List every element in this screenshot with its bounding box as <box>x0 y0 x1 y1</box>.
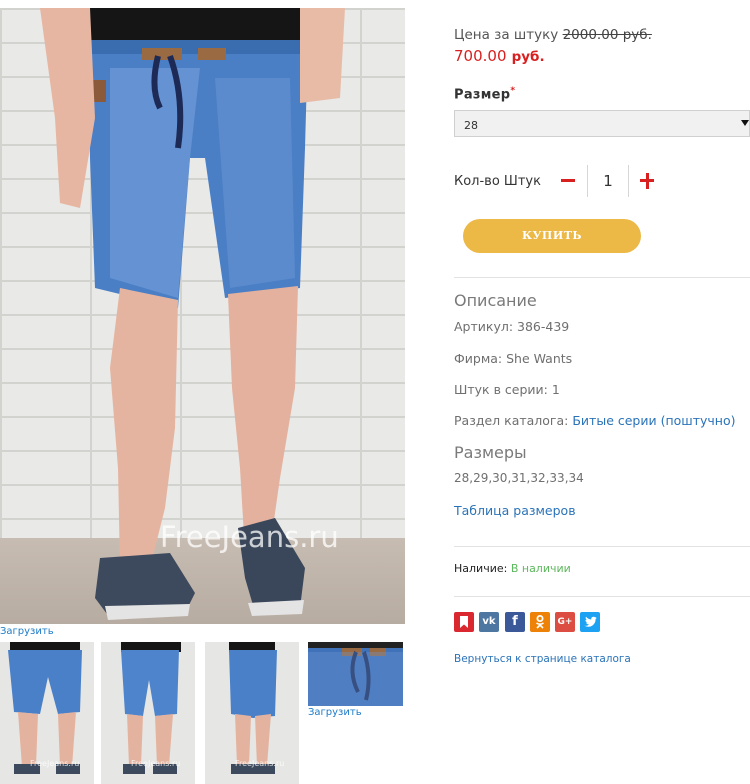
size-select[interactable]: 28 <box>454 110 750 137</box>
thumbnail-watermark: FreeJeans.ru <box>131 759 181 768</box>
back-to-catalog-link[interactable]: Вернуться к странице каталога <box>454 653 631 665</box>
new-price-currency: руб. <box>511 49 545 65</box>
availability-label: Наличие: <box>454 562 508 575</box>
facebook-icon[interactable]: f <box>505 612 525 632</box>
required-mark: * <box>510 86 516 96</box>
catalog-link[interactable]: Битые серии (поштучно) <box>572 413 735 428</box>
brand-text: Фирма: She Wants <box>454 351 573 366</box>
main-product-photo[interactable]: FreeJeans.ru <box>0 8 405 624</box>
quantity-decrease-button[interactable] <box>558 171 578 191</box>
bookmark-icon[interactable] <box>454 612 474 632</box>
divider <box>454 596 750 597</box>
odnoklassniki-icon[interactable] <box>530 612 550 632</box>
quantity-value[interactable]: 1 <box>589 172 627 190</box>
size-label: Размер <box>454 87 511 103</box>
description-title: Описание <box>454 291 537 310</box>
buy-button[interactable]: КУПИТЬ <box>463 219 641 253</box>
price-label: Цена за штуку <box>454 27 559 43</box>
price-row: Цена за штуку 2000.00 руб. <box>454 27 652 43</box>
divider <box>454 546 750 547</box>
availability-value: В наличии <box>510 562 571 575</box>
size-label-row: Размер* <box>454 86 515 102</box>
thumbnail-2[interactable]: FreeJeans.ru <box>101 642 195 784</box>
quantity-divider-left <box>587 165 588 197</box>
quantity-increase-button[interactable] <box>637 171 657 191</box>
vk-icon[interactable]: vk <box>479 612 499 632</box>
old-price: 2000.00 руб. <box>562 27 652 43</box>
minus-icon <box>561 179 575 182</box>
sizes-title: Размеры <box>454 443 527 462</box>
thumbnail-load-link[interactable]: Загрузить <box>308 707 362 718</box>
watermark-text: FreeJeans.ru <box>160 520 339 554</box>
thumbnail-watermark: FreeJeans.ru <box>235 759 285 768</box>
quantity-label: Кол-во Штук <box>454 174 541 189</box>
divider <box>454 277 750 278</box>
new-price-row: 700.00 руб. <box>454 46 545 65</box>
plus-icon-vertical <box>645 173 649 189</box>
sizes-list: 28,29,30,31,32,33,34 <box>454 471 584 485</box>
thumbnail-4[interactable] <box>308 642 403 706</box>
catalog-row: Раздел каталога: Битые серии (поштучно) <box>454 413 736 428</box>
thumbnail-detail-image <box>308 642 403 706</box>
dropdown-arrow-icon <box>741 120 749 126</box>
thumbnail-3[interactable]: FreeJeans.ru <box>205 642 299 784</box>
quantity-divider-right <box>628 165 629 197</box>
load-image-link[interactable]: Загрузить <box>0 626 54 637</box>
google-plus-icon[interactable]: G+ <box>555 612 575 632</box>
pieces-text: Штук в серии: 1 <box>454 382 560 397</box>
size-selected-value: 28 <box>464 119 478 132</box>
thumbnail-1[interactable]: FreeJeans.ru <box>0 642 94 784</box>
size-table-link[interactable]: Таблица размеров <box>454 503 576 518</box>
catalog-label: Раздел каталога: <box>454 413 569 428</box>
new-price-value: 700.00 <box>454 47 507 65</box>
availability-row: Наличие: В наличии <box>454 562 571 575</box>
thumbnail-watermark: FreeJeans.ru <box>30 759 80 768</box>
article-text: Артикул: 386-439 <box>454 319 570 334</box>
twitter-icon[interactable] <box>580 612 600 632</box>
